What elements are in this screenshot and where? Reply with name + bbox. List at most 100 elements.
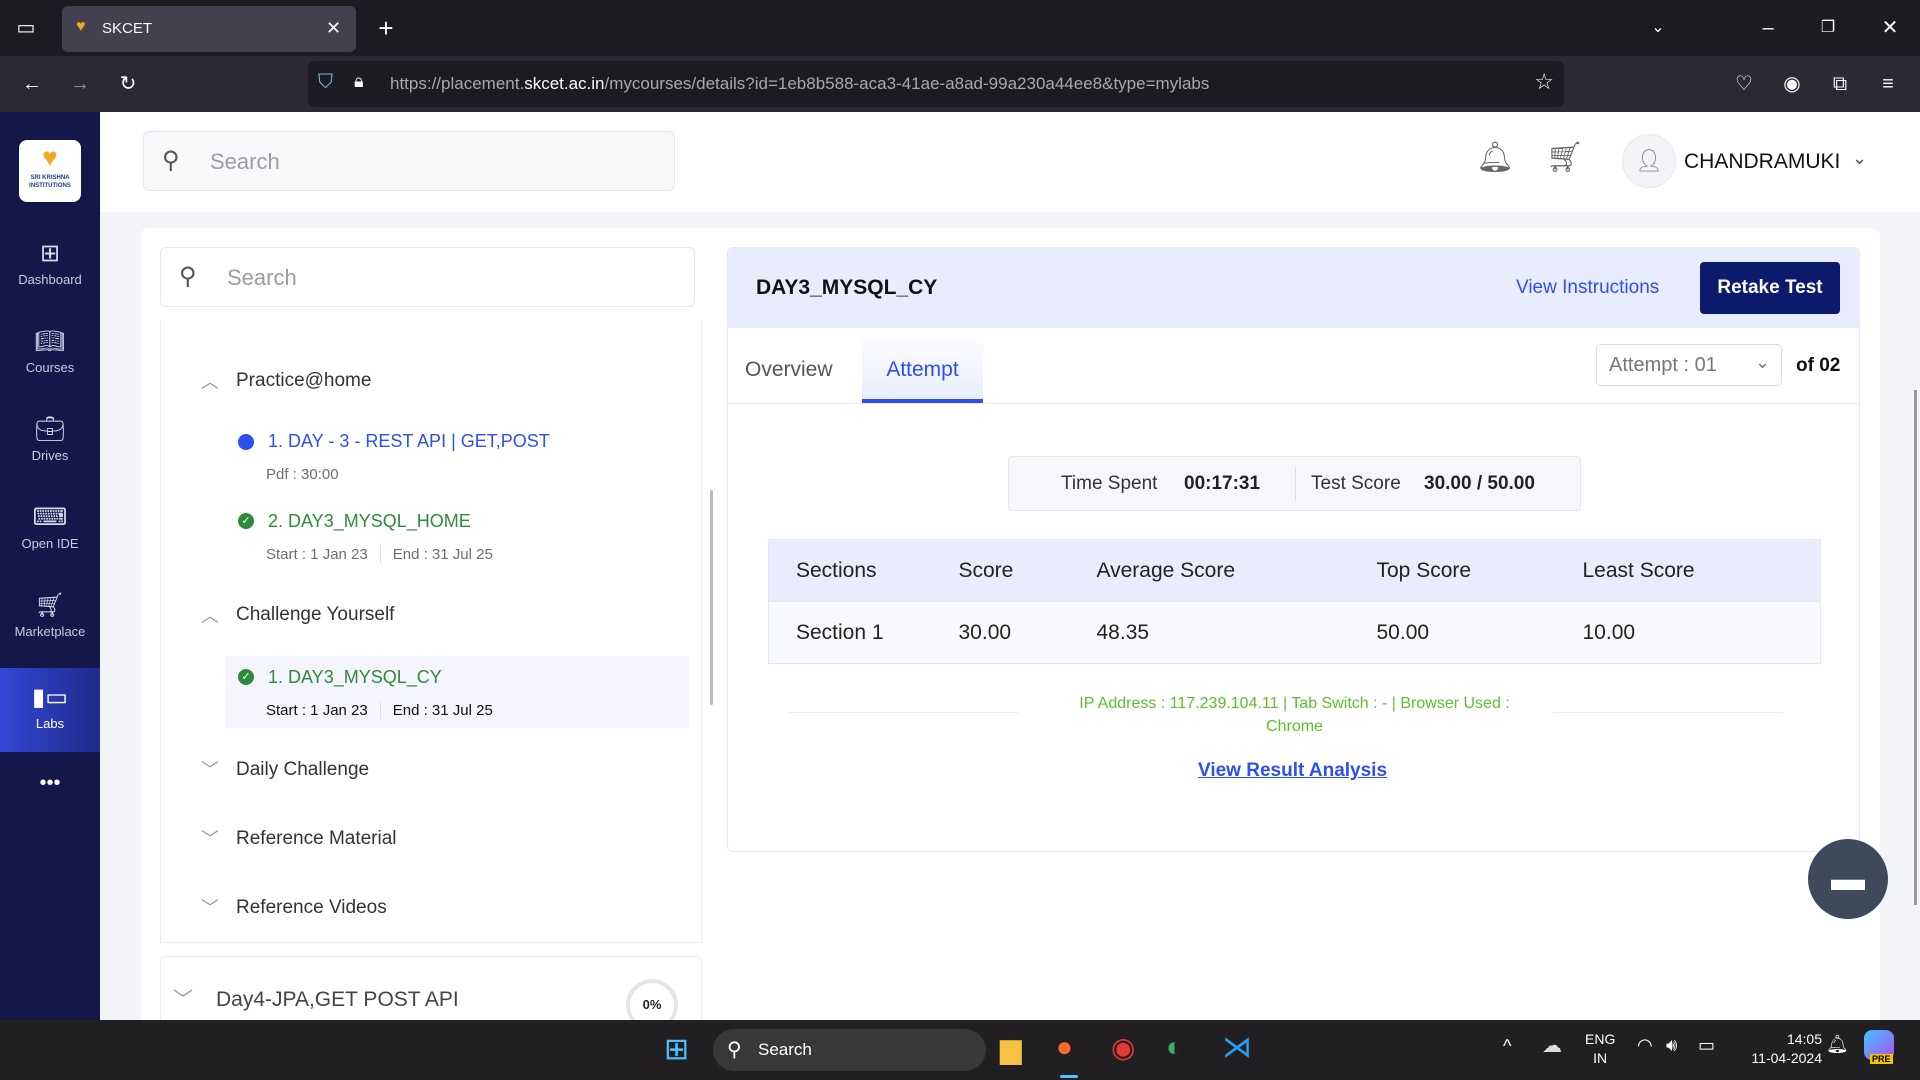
chrome-icon[interactable]: ◉ bbox=[1111, 1031, 1135, 1064]
volume-icon[interactable]: 🔊︎ bbox=[1666, 1035, 1677, 1056]
user-name[interactable]: CHANDRAMUKI bbox=[1684, 150, 1840, 174]
new-tab-icon[interactable]: + bbox=[366, 5, 406, 51]
table-header-row: Sections Score Average Score Top Score L… bbox=[768, 539, 1821, 602]
test-header-banner: DAY3_MYSQL_CY View Instructions Retake T… bbox=[728, 248, 1859, 328]
chevron-up-icon[interactable]: ︿ bbox=[201, 368, 219, 394]
briefcase-icon: 💼︎ bbox=[34, 416, 66, 443]
edge-icon[interactable]: ◐ bbox=[1166, 1031, 1183, 1063]
chevron-down-icon[interactable]: ﹀ bbox=[201, 825, 219, 851]
sidebar-item-open-ide[interactable]: ⌨︎ Open IDE bbox=[0, 500, 100, 580]
close-tab-icon[interactable]: ✕ bbox=[326, 18, 341, 39]
left-panel-scrollbar[interactable] bbox=[710, 490, 713, 705]
attempt-select[interactable]: Attempt : 01 ⌄ bbox=[1596, 344, 1782, 386]
test-score-value: 30.00 / 50.00 bbox=[1424, 473, 1535, 494]
search-icon: ⚲ bbox=[162, 147, 180, 174]
view-result-analysis-link[interactable]: View Result Analysis bbox=[1198, 760, 1387, 782]
cart-icon[interactable]: 🛒︎ bbox=[1546, 140, 1584, 175]
pocket-icon[interactable]: ♡ bbox=[1724, 61, 1764, 107]
onedrive-icon[interactable]: ☁ bbox=[1542, 1033, 1562, 1058]
tab-overview[interactable]: Overview bbox=[745, 358, 833, 382]
battery-icon[interactable]: ▭ bbox=[1698, 1035, 1715, 1056]
chevron-up-icon[interactable]: ︿ bbox=[201, 602, 219, 628]
bookmark-star-icon[interactable]: ☆ bbox=[1534, 69, 1554, 95]
clock[interactable]: 14:05 11-04-2024 bbox=[1732, 1030, 1822, 1068]
tab-overview-icon[interactable]: ▭ bbox=[6, 5, 46, 51]
check-circle-icon: ✓ bbox=[238, 513, 254, 529]
address-bar[interactable]: ⛉ 🔒︎ https://placement.skcet.ac.in/mycou… bbox=[308, 61, 1564, 107]
wifi-icon[interactable]: ◠ bbox=[1637, 1035, 1653, 1056]
notification-bell-icon[interactable]: 🔔︎ bbox=[1826, 1034, 1849, 1055]
more-icon[interactable]: ••• bbox=[0, 772, 100, 812]
item-dates: Start : 1 Jan 23 End : 31 Jul 25 bbox=[266, 546, 493, 563]
close-window-icon[interactable]: ✕ bbox=[1870, 5, 1910, 51]
group-daily-challenge[interactable]: Daily Challenge bbox=[236, 759, 369, 781]
forward-icon[interactable]: → bbox=[60, 61, 100, 107]
day4-section[interactable]: ﹀ Day4-JPA,GET POST API 0% bbox=[160, 956, 702, 1031]
restore-icon[interactable]: ❐ bbox=[1808, 5, 1848, 51]
time-spent-value: 00:17:31 bbox=[1184, 473, 1261, 494]
selected-list-item[interactable]: ✓ 1. DAY3_MYSQL_CY Start : 1 Jan 23 End :… bbox=[226, 656, 689, 728]
browser-tab[interactable]: ♥ SKCET ✕ bbox=[62, 6, 356, 52]
language-indicator[interactable]: ENG IN bbox=[1585, 1030, 1615, 1068]
chat-icon[interactable]: ▬ bbox=[1808, 839, 1888, 919]
browser-toolbar: ← → ↻ ⛉ 🔒︎ https://placement.skcet.ac.in… bbox=[0, 56, 1920, 112]
avatar[interactable]: 👤︎ bbox=[1622, 134, 1676, 188]
course-search-input[interactable]: ⚲ Search bbox=[160, 247, 695, 307]
retake-test-button[interactable]: Retake Test bbox=[1700, 262, 1840, 314]
account-icon[interactable]: ◉ bbox=[1772, 61, 1812, 107]
bell-icon[interactable]: 🔔︎ bbox=[1476, 140, 1514, 175]
page-scrollbar[interactable] bbox=[1914, 390, 1917, 905]
search-icon: ⚲ bbox=[179, 263, 197, 290]
back-icon[interactable]: ← bbox=[12, 61, 52, 107]
list-item[interactable]: 2. DAY3_MYSQL_HOME bbox=[268, 511, 471, 532]
file-explorer-icon[interactable]: ▆ bbox=[1000, 1032, 1022, 1065]
test-details-panel: DAY3_MYSQL_CY View Instructions Retake T… bbox=[727, 247, 1860, 852]
group-challenge-yourself[interactable]: Challenge Yourself bbox=[236, 604, 394, 626]
table-row: Section 1 30.00 48.35 50.00 10.00 bbox=[768, 601, 1821, 664]
sidebar-item-marketplace[interactable]: 🛒︎ Marketplace bbox=[0, 588, 100, 668]
sidebar-item-drives[interactable]: 💼︎ Drives bbox=[0, 412, 100, 492]
logo-emblem-icon: ♥ bbox=[42, 142, 58, 172]
attempt-count: of 02 bbox=[1796, 355, 1841, 376]
view-instructions-link[interactable]: View Instructions bbox=[1516, 277, 1659, 299]
tab-list-chevron-icon[interactable]: ⌄ bbox=[1638, 5, 1678, 51]
terminal-icon: ⌨︎ bbox=[32, 504, 68, 531]
tab-attempt[interactable]: Attempt bbox=[862, 332, 983, 403]
attempt-summary: Time Spent 00:17:31 Test Score 30.00 / 5… bbox=[1008, 456, 1581, 511]
global-search-input[interactable]: ⚲ Search bbox=[143, 131, 675, 191]
group-practice-home[interactable]: Practice@home bbox=[236, 370, 371, 392]
tab-divider bbox=[728, 403, 1859, 404]
course-tree: ︿ Practice@home 1. DAY - 3 - REST API | … bbox=[160, 320, 702, 943]
grid-icon: ⊞ bbox=[39, 240, 61, 267]
firefox-icon[interactable]: ● bbox=[1056, 1031, 1073, 1063]
vscode-icon[interactable]: ⋊ bbox=[1222, 1030, 1252, 1065]
chevron-down-icon[interactable]: ⌄ bbox=[1852, 148, 1867, 169]
list-item[interactable]: 1. DAY - 3 - REST API | GET,POST bbox=[268, 431, 550, 452]
windows-start-icon[interactable]: ⊞ bbox=[664, 1032, 689, 1067]
sidebar: ♥ SRI KRISHNA INSTITUTIONS ⊞ Dashboard 📖︎ C… bbox=[0, 112, 100, 1020]
chevron-down-icon: ⌄ bbox=[1755, 352, 1771, 372]
check-circle-icon: ✓ bbox=[238, 669, 254, 685]
sidebar-item-labs[interactable]: ▮▭ Labs bbox=[0, 668, 100, 752]
sidebar-item-dashboard[interactable]: ⊞ Dashboard bbox=[0, 236, 100, 316]
extensions-icon[interactable]: ⧉ bbox=[1820, 61, 1860, 107]
chevron-down-icon: ﹀ bbox=[173, 989, 193, 1011]
browser-tab-bar: ▭ ♥ SKCET ✕ + ⌄ – ❐ ✕ bbox=[0, 0, 1920, 56]
chevron-down-icon[interactable]: ﹀ bbox=[201, 756, 219, 782]
menu-icon[interactable]: ≡ bbox=[1868, 61, 1908, 107]
section-title: Day4-JPA,GET POST API bbox=[216, 988, 459, 1011]
favicon-icon: ♥ bbox=[76, 18, 86, 35]
logo: ♥ SRI KRISHNA INSTITUTIONS bbox=[19, 140, 81, 202]
tray-chevron-icon[interactable]: ^ bbox=[1503, 1036, 1511, 1057]
taskbar-search[interactable]: ⚲ Search bbox=[713, 1029, 986, 1071]
reload-icon[interactable]: ↻ bbox=[108, 61, 148, 107]
shield-icon: ⛉ bbox=[318, 71, 333, 93]
attempt-meta-info: IP Address : 117.239.104.11 | Tab Switch… bbox=[1079, 695, 1510, 735]
copilot-badge: PRE bbox=[1870, 1054, 1893, 1064]
labs-icon: ▮▭ bbox=[32, 684, 68, 711]
group-reference-videos[interactable]: Reference Videos bbox=[236, 897, 387, 919]
group-reference-material[interactable]: Reference Material bbox=[236, 828, 397, 850]
chevron-down-icon[interactable]: ﹀ bbox=[201, 894, 219, 920]
sidebar-item-courses[interactable]: 📖︎ Courses bbox=[0, 324, 100, 404]
minimize-icon[interactable]: – bbox=[1748, 5, 1788, 51]
